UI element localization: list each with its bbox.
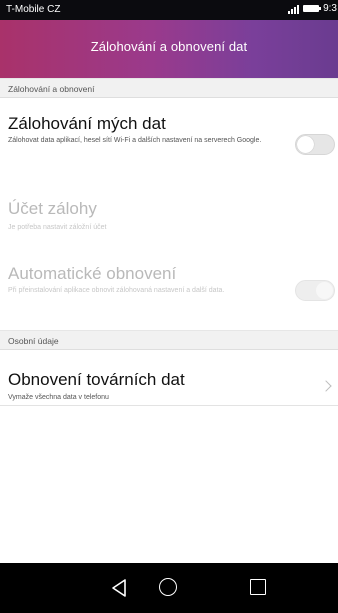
chevron-right-icon bbox=[320, 380, 332, 392]
page-title: Zálohování a obnovení dat bbox=[90, 39, 248, 54]
backup-toggle[interactable] bbox=[295, 134, 335, 155]
setting-factory-reset[interactable]: Obnovení továrních dat Vymaže všechna da… bbox=[0, 350, 338, 405]
clock: 9:3 bbox=[323, 3, 337, 14]
back-triangle-icon bbox=[112, 579, 126, 597]
home-button[interactable] bbox=[158, 577, 180, 599]
battery-icon bbox=[303, 5, 322, 12]
setting-title: Automatické obnovení bbox=[8, 264, 177, 283]
setting-auto-restore[interactable]: Automatické obnovení Při přeinstalování … bbox=[0, 255, 338, 330]
section-header-backup: Zálohování a obnovení bbox=[0, 78, 338, 98]
app-header: Zálohování a obnovení dat bbox=[0, 20, 338, 78]
toggle-knob bbox=[297, 136, 314, 153]
setting-title: Zálohování mých dat bbox=[8, 114, 166, 133]
auto-restore-toggle[interactable] bbox=[295, 280, 335, 301]
recent-apps-button[interactable] bbox=[248, 577, 270, 599]
status-bar: T-Mobile CZ 9:3 bbox=[0, 0, 338, 20]
setting-subtitle: Při přeinstalování aplikace obnovit zálo… bbox=[8, 287, 225, 294]
toggle-knob bbox=[316, 282, 333, 299]
recent-apps-icon bbox=[250, 579, 266, 595]
divider bbox=[0, 405, 338, 406]
setting-title: Obnovení továrních dat bbox=[8, 370, 185, 389]
status-icons: 9:3 bbox=[288, 3, 338, 14]
carrier-name: T-Mobile CZ bbox=[6, 4, 61, 15]
navigation-bar bbox=[0, 563, 338, 613]
setting-backup-account[interactable]: Účet zálohy Je potřeba nastavit záložní … bbox=[0, 190, 338, 240]
home-circle-icon bbox=[159, 578, 177, 596]
signal-icon bbox=[288, 4, 300, 14]
setting-backup-my-data[interactable]: Zálohování mých dat Zálohovat data aplik… bbox=[0, 98, 338, 158]
section-header-personal: Osobní údaje bbox=[0, 330, 338, 350]
setting-subtitle: Vymaže všechna data v telefonu bbox=[8, 394, 109, 401]
setting-title: Účet zálohy bbox=[8, 199, 97, 218]
setting-subtitle: Je potřeba nastavit záložní účet bbox=[8, 224, 107, 231]
setting-subtitle: Zálohovat data aplikací, hesel sítí Wi-F… bbox=[8, 137, 262, 144]
back-button[interactable] bbox=[109, 577, 131, 599]
